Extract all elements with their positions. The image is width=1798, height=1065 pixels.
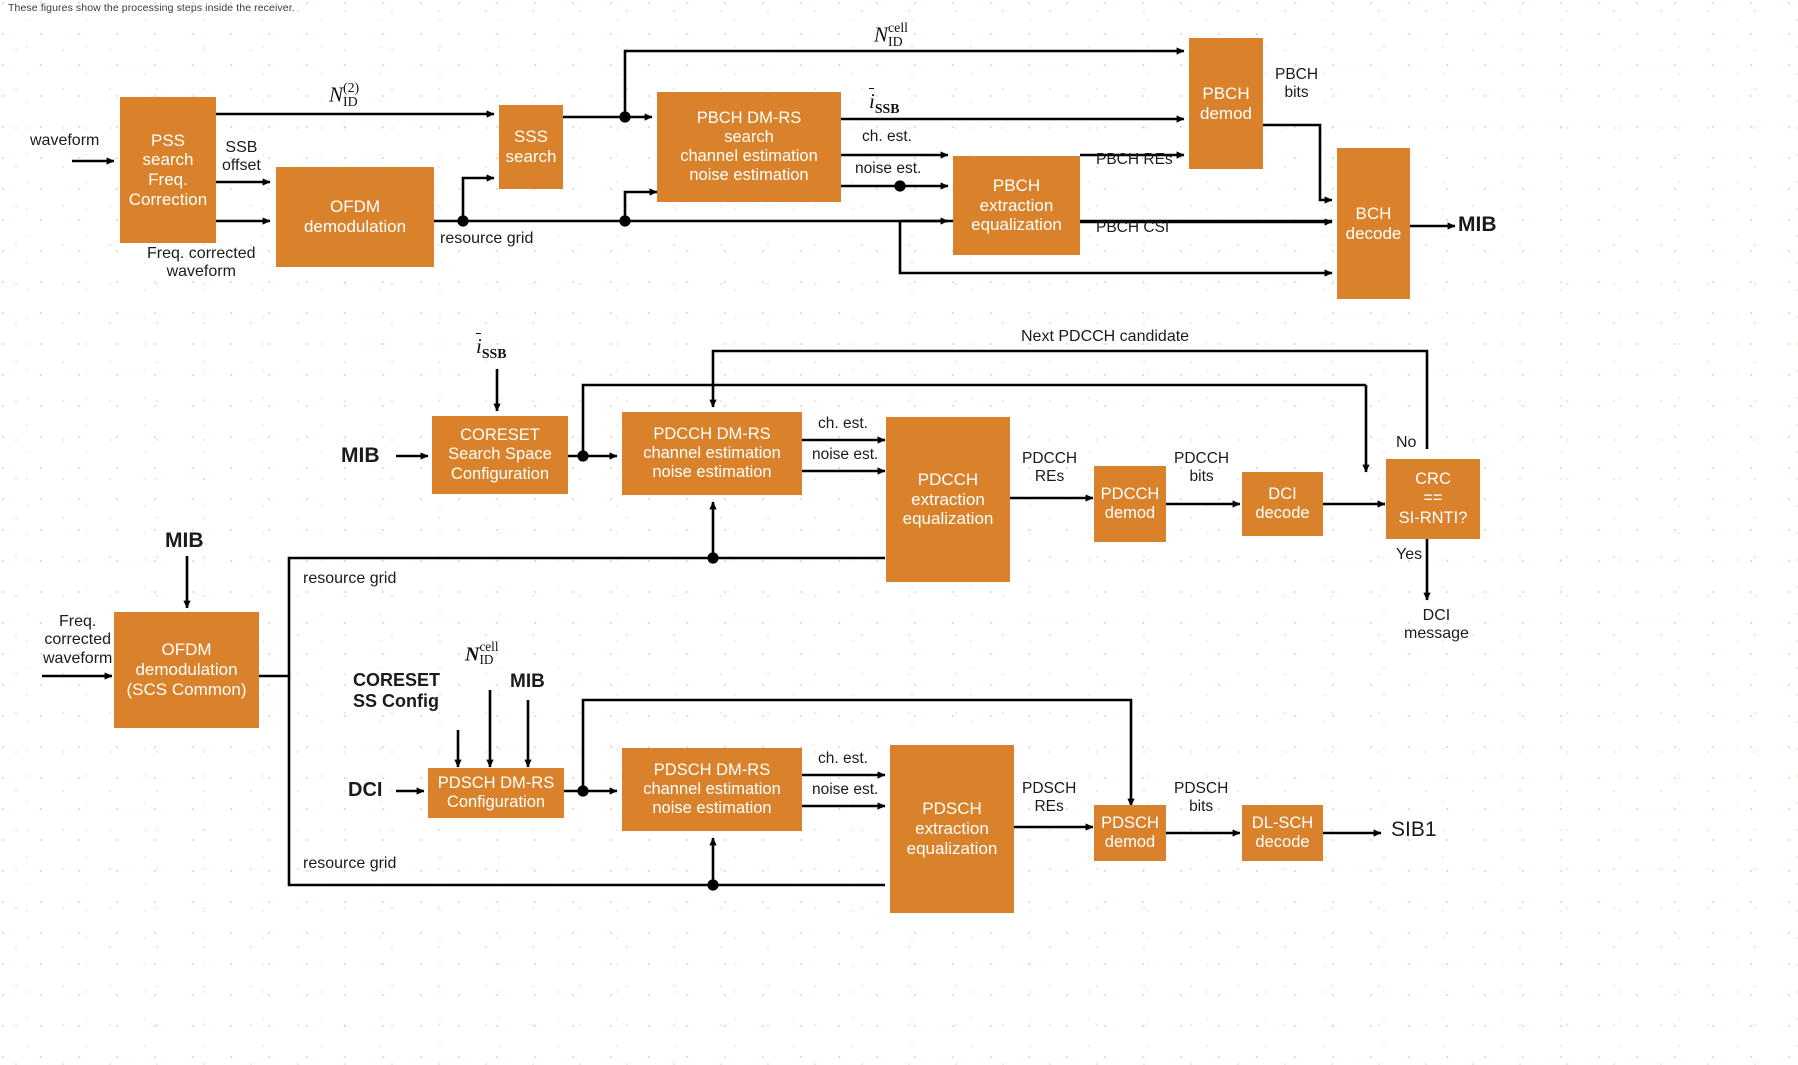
block-pbch-demod-label: PBCH demod (1200, 83, 1252, 123)
label-coreset-ss-config: CORESET SS Config (353, 670, 441, 711)
block-ofdm-demod[interactable]: OFDM demodulation (276, 167, 434, 267)
block-dlsch-decode[interactable]: DL-SCH decode (1242, 805, 1323, 861)
label-ch-est-2: ch. est. (818, 415, 868, 432)
label-ch-est-1: ch. est. (862, 128, 912, 145)
label-pdsch-res: PDSCH REs (1022, 780, 1077, 815)
block-bch-decode-label: BCH decode (1345, 203, 1402, 243)
label-noise-est-3: noise est. (812, 781, 879, 798)
label-ssb-offset: SSB offset (222, 139, 261, 175)
block-pdsch-extraction[interactable]: PDSCH extraction equalization (890, 745, 1014, 913)
label-n-id-cell-1: Ncell ID (874, 20, 909, 49)
label-freq-corrected-waveform: Freq. corrected waveform (147, 245, 256, 281)
block-pdcch-demod-label: PDCCH demod (1100, 484, 1160, 522)
block-bch-decode[interactable]: BCH decode (1337, 148, 1410, 299)
label-ch-est-3: ch. est. (818, 750, 868, 767)
label-i-ssb-2: iSSB (476, 332, 507, 362)
label-crc-no: No (1396, 434, 1417, 451)
block-crc-check[interactable]: CRC == SI-RNTI? (1386, 459, 1480, 539)
label-mib-output: MIB (1458, 213, 1497, 236)
block-pdsch-demod[interactable]: PDSCH demod (1094, 805, 1166, 861)
block-pbch-dmrs[interactable]: PBCH DM-RS search channel estimation noise … (657, 92, 841, 202)
block-pbch-demod[interactable]: PBCH demod (1189, 38, 1263, 169)
label-n-id-2: N (2) ID (329, 80, 360, 109)
block-pdsch-demod-label: PDSCH demod (1101, 813, 1159, 851)
block-ofdm-demod-scs-label: OFDM demodulation (SCS Common) (126, 640, 247, 699)
label-pdsch-bits: PDSCH bits (1174, 780, 1229, 815)
block-pdsch-extraction-label: PDSCH extraction equalization (906, 799, 998, 858)
block-dci-decode[interactable]: DCI decode (1242, 472, 1323, 536)
block-pdcch-extraction[interactable]: PDCCH extraction equalization (886, 417, 1010, 582)
label-next-pdcch-candidate: Next PDCCH candidate (1021, 328, 1190, 345)
block-pdcch-demod[interactable]: PDCCH demod (1094, 466, 1166, 542)
block-dlsch-decode-label: DL-SCH decode (1251, 813, 1314, 851)
block-pbch-extraction-label: PBCH extraction equalization (971, 175, 1062, 235)
block-pbch-dmrs-label: PBCH DM-RS search channel estimation noise … (680, 108, 818, 185)
label-pbch-csi: PBCH CSI (1096, 219, 1170, 236)
block-pdsch-dmrs-config[interactable]: PDSCH DM-RS Configuration (428, 768, 564, 818)
block-crc-check-label: CRC == SI-RNTI? (1398, 470, 1468, 527)
block-pdcch-extraction-label: PDCCH extraction equalization (902, 469, 994, 529)
label-sib1-output: SIB1 (1391, 818, 1437, 841)
block-pdcch-dmrs[interactable]: PDCCH DM-RS channel estimation noise estim… (622, 412, 802, 495)
label-mib-input-2: MIB (341, 444, 380, 467)
label-n-id-cell-3: Ncell ID (465, 639, 499, 668)
block-dci-decode-label: DCI decode (1255, 484, 1310, 522)
label-mib-input-3: MIB (165, 529, 204, 552)
label-waveform: waveform (30, 132, 100, 149)
label-pdcch-bits: PDCCH bits (1174, 450, 1230, 485)
block-pdcch-dmrs-label: PDCCH DM-RS channel estimation noise estim… (643, 424, 781, 482)
label-dci-message: DCI message (1404, 607, 1469, 643)
label-i-ssb-1: iSSB (869, 87, 900, 117)
block-coreset-config-label: CORESET Search Space Configuration (448, 426, 552, 483)
block-pdsch-dmrs-est[interactable]: PDSCH DM-RS channel estimation noise estim… (622, 748, 802, 831)
label-resource-grid-1: resource grid (440, 230, 534, 247)
block-ofdm-demod-scs[interactable]: OFDM demodulation (SCS Common) (114, 612, 259, 728)
block-coreset-config[interactable]: CORESET Search Space Configuration (432, 416, 568, 494)
block-pss-search-label: PSS search Freq. Correction (128, 130, 208, 209)
label-pbch-bits: PBCH bits (1275, 66, 1319, 101)
block-pdsch-dmrs-est-label: PDSCH DM-RS channel estimation noise estim… (643, 760, 781, 818)
label-pbch-res: PBCH REs (1096, 151, 1173, 168)
label-mib-config-3: MIB (510, 671, 545, 692)
label-resource-grid-3: resource grid (303, 855, 397, 872)
label-noise-est-2: noise est. (812, 446, 879, 463)
block-pss-search[interactable]: PSS search Freq. Correction (120, 97, 216, 243)
label-resource-grid-2: resource grid (303, 570, 397, 587)
block-ofdm-demod-label: OFDM demodulation (303, 197, 407, 236)
label-crc-yes: Yes (1396, 546, 1423, 563)
label-pdcch-res: PDCCH REs (1022, 450, 1078, 485)
block-sss-search-label: SSS search (505, 127, 557, 166)
label-noise-est-1: noise est. (855, 160, 922, 177)
label-dci-input-3: DCI (348, 779, 383, 801)
caption-text: These figures show the processing steps … (8, 2, 295, 14)
block-pdsch-dmrs-config-label: PDSCH DM-RS Configuration (437, 773, 555, 811)
label-freq-corrected-waveform-3: Freq. corrected waveform (43, 613, 113, 667)
block-sss-search[interactable]: SSS search (499, 105, 563, 189)
block-pbch-extraction[interactable]: PBCH extraction equalization (953, 156, 1080, 255)
